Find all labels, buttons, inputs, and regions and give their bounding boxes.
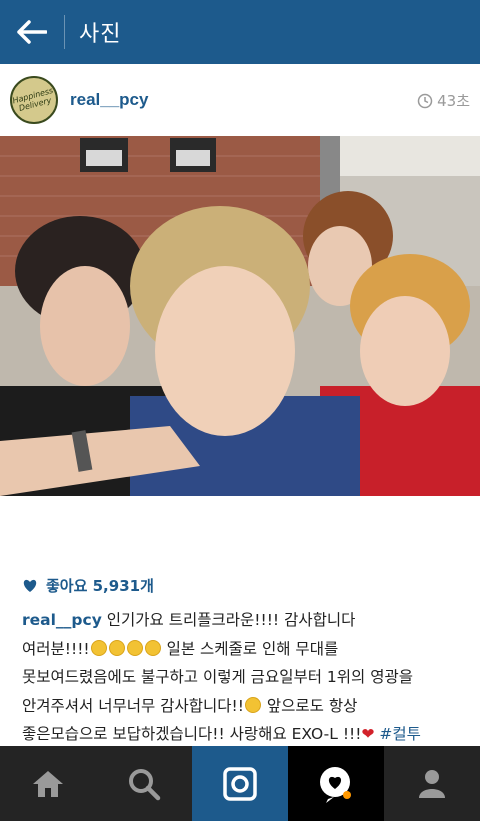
page-title: 사진 — [79, 22, 122, 47]
caption-hashtag[interactable]: #컬투 — [374, 725, 421, 743]
nav-news[interactable] — [288, 746, 384, 821]
smile-emoji-icon — [244, 696, 261, 713]
nav-home[interactable] — [0, 746, 96, 821]
back-arrow-icon — [17, 20, 47, 44]
divider — [64, 15, 65, 49]
photo-illustration — [0, 136, 480, 496]
bottom-nav — [0, 746, 480, 821]
back-button[interactable] — [0, 0, 64, 64]
laughing-emoji-icon — [144, 639, 161, 656]
likes-count[interactable]: 좋아요 5,931개 — [22, 575, 154, 596]
nav-camera[interactable] — [192, 746, 288, 821]
clock-icon — [417, 93, 433, 108]
home-icon — [33, 770, 63, 797]
caption-username[interactable]: real__pcy — [22, 611, 102, 629]
time-text: 43초 — [437, 92, 470, 110]
nav-search[interactable] — [96, 746, 192, 821]
avatar-text: Happiness Delivery — [11, 85, 55, 113]
post-header: Happiness Delivery real__pcy 43초 — [0, 64, 480, 136]
top-bar: 사진 — [0, 0, 480, 64]
heart-icon — [23, 579, 37, 592]
news-icon — [320, 766, 351, 803]
post-time: 43초 — [417, 90, 470, 111]
laughing-emoji-icon — [108, 639, 125, 656]
nav-profile[interactable] — [384, 746, 480, 821]
likes-text: 좋아요 5,931개 — [46, 577, 154, 595]
profile-icon — [419, 769, 445, 798]
post-photo[interactable] — [0, 136, 480, 496]
avatar[interactable]: Happiness Delivery — [10, 76, 58, 124]
post-caption: real__pcy 인기가요 트리플크라운!!!! 감사합니다 여러분!!!! … — [22, 606, 470, 749]
heart-emoji-icon: ❤ — [361, 725, 375, 743]
camera-icon — [223, 766, 257, 801]
laughing-emoji-icon — [126, 639, 143, 656]
laughing-emoji-icon — [90, 639, 107, 656]
post-username[interactable]: real__pcy — [70, 90, 148, 110]
search-icon — [129, 768, 161, 800]
